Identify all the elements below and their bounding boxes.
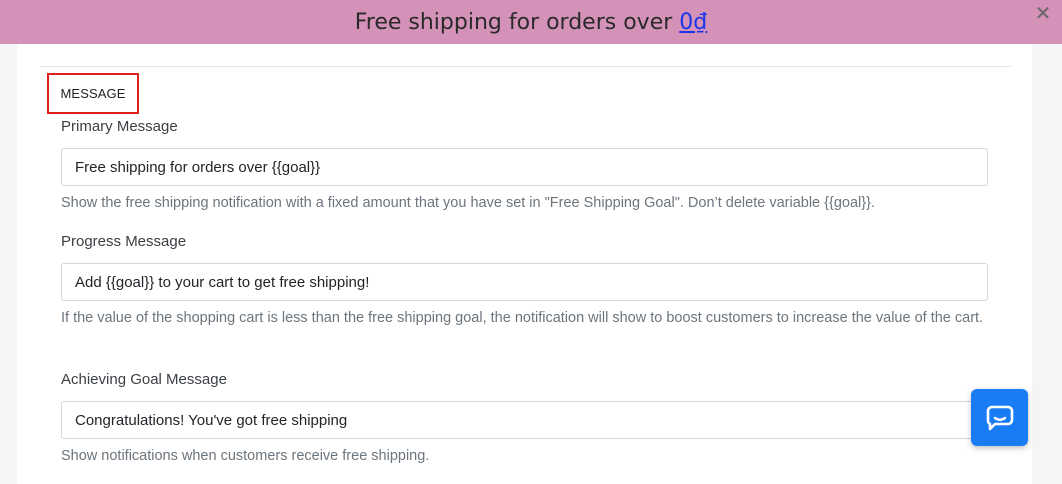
banner-goal-amount-link[interactable]: 0₫ bbox=[679, 10, 707, 35]
achieving-goal-message-input[interactable] bbox=[61, 401, 988, 439]
close-icon[interactable]: ✕ bbox=[1032, 2, 1054, 24]
primary-message-input[interactable] bbox=[61, 148, 988, 186]
progress-message-input[interactable] bbox=[61, 263, 988, 301]
free-shipping-banner: Free shipping for orders over 0₫ ✕ bbox=[0, 0, 1062, 44]
achieving-goal-message-help: Show notifications when customers receiv… bbox=[61, 448, 430, 464]
section-title-message: MESSAGE bbox=[47, 73, 139, 114]
primary-message-label: Primary Message bbox=[61, 118, 178, 135]
achieving-goal-message-label: Achieving Goal Message bbox=[61, 371, 227, 388]
primary-message-help: Show the free shipping notification with… bbox=[61, 195, 875, 211]
settings-card: MESSAGE Primary Message Show the free sh… bbox=[17, 44, 1032, 484]
chat-bubble-icon bbox=[986, 405, 1013, 430]
section-title-text: MESSAGE bbox=[60, 86, 126, 101]
chat-button[interactable] bbox=[971, 389, 1028, 446]
divider bbox=[40, 66, 1011, 67]
progress-message-label: Progress Message bbox=[61, 233, 187, 250]
progress-message-help: If the value of the shopping cart is les… bbox=[61, 310, 984, 326]
banner-text: Free shipping for orders over bbox=[354, 9, 673, 35]
